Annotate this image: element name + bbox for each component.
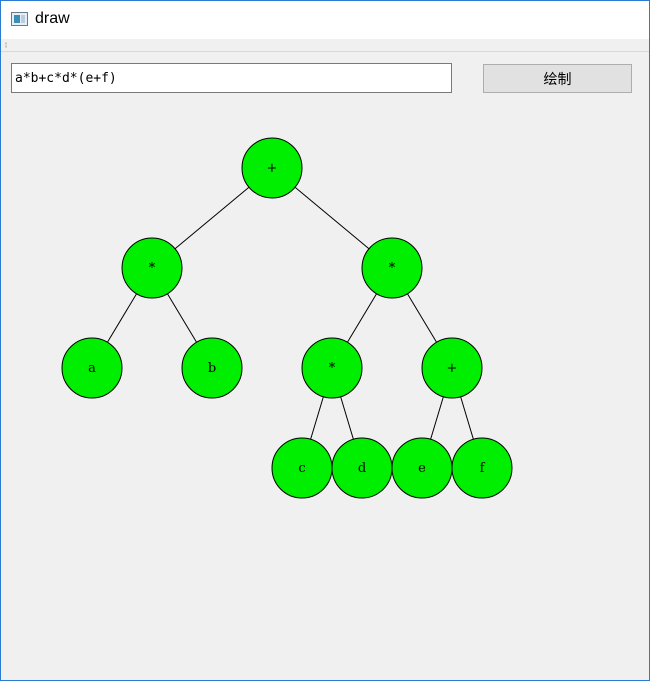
tree-node: d bbox=[331, 437, 393, 499]
draw-button[interactable]: 绘制 bbox=[483, 64, 632, 93]
toolbar-grip-icon[interactable] bbox=[5, 42, 7, 48]
tree-node-label: * bbox=[149, 261, 156, 276]
tree-node: e bbox=[391, 437, 453, 499]
tree-edge bbox=[294, 186, 370, 250]
window-title: draw bbox=[35, 10, 70, 27]
tree-node: * bbox=[301, 337, 363, 399]
app-window: draw 绘制 + * a b * * c d + e f bbox=[0, 0, 650, 681]
tree-node-label: * bbox=[329, 361, 336, 376]
app-icon bbox=[11, 12, 28, 26]
tree-node-label: a bbox=[88, 361, 96, 376]
tree-node-label: b bbox=[208, 361, 216, 376]
tree-node: a bbox=[61, 337, 123, 399]
tree-edge bbox=[347, 293, 377, 343]
tree-edge bbox=[340, 396, 354, 440]
tree-node: b bbox=[181, 337, 243, 399]
tree-node-label: * bbox=[389, 261, 396, 276]
tree-node: + bbox=[241, 137, 303, 199]
tree-edge bbox=[174, 186, 250, 250]
expression-tree-canvas: + * a b * * c d + e f bbox=[61, 137, 513, 499]
tree-node-label: c bbox=[298, 461, 305, 476]
tree-node-label: d bbox=[358, 461, 366, 476]
tree-node: + bbox=[421, 337, 483, 399]
tree-node: c bbox=[271, 437, 333, 499]
title-bar: draw bbox=[1, 1, 649, 39]
tree-edge bbox=[107, 293, 137, 343]
tree-edge bbox=[460, 396, 474, 440]
tree-node-label: + bbox=[267, 161, 278, 176]
tree-node: f bbox=[451, 437, 513, 499]
tree-edge bbox=[310, 396, 324, 440]
tree-edge bbox=[430, 396, 444, 440]
toolbar-strip bbox=[1, 39, 649, 52]
tree-node-label: e bbox=[418, 461, 426, 476]
tree-edge bbox=[407, 293, 437, 343]
expression-input[interactable] bbox=[11, 63, 452, 93]
tree-node-label: + bbox=[447, 361, 458, 376]
tree-node: * bbox=[121, 237, 183, 299]
tree-edge bbox=[167, 293, 197, 343]
tree-node: * bbox=[361, 237, 423, 299]
